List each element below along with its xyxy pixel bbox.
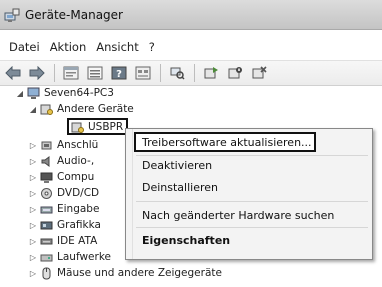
- input-device-icon: [40, 206, 53, 213]
- tree-item-category[interactable]: ▷ Compu: [29, 169, 94, 185]
- tree-item-label: Anschlü: [57, 139, 99, 151]
- menu-item-update-driver[interactable]: Treibersoftware aktualisieren...: [142, 136, 312, 149]
- tree-item-category[interactable]: ▷ Grafikka: [29, 217, 101, 233]
- menu-separator: [136, 201, 368, 202]
- ide-controller-icon: [40, 238, 53, 244]
- menu-ansicht[interactable]: Ansicht: [91, 38, 143, 56]
- collapsed-arrow-icon[interactable]: ▷: [29, 141, 37, 150]
- tree-item-label: Andere Geräte: [57, 103, 134, 115]
- expanded-arrow-icon[interactable]: ◢: [16, 89, 24, 98]
- disk-drive-icon: [40, 254, 53, 261]
- menu-aktion[interactable]: Aktion: [45, 38, 92, 56]
- tree-item-label: IDE ATA: [57, 235, 98, 247]
- toolbar-separator: [160, 64, 161, 82]
- collapsed-arrow-icon[interactable]: ▷: [29, 269, 37, 278]
- menu-item-scan-hardware[interactable]: Nach geänderter Hardware suchen: [142, 209, 334, 222]
- update-driver-icon[interactable]: [202, 64, 220, 82]
- menu-bar: Datei Aktion Ansicht ?: [0, 36, 382, 58]
- toolbar-separator: [194, 64, 195, 82]
- tree-item-other-devices[interactable]: ◢ Andere Geräte: [29, 101, 134, 117]
- collapsed-arrow-icon[interactable]: ▷: [29, 253, 37, 262]
- list-icon[interactable]: [86, 64, 104, 82]
- computer-icon: [27, 87, 40, 99]
- collapsed-arrow-icon[interactable]: ▷: [29, 221, 37, 230]
- svg-text:?: ?: [116, 69, 122, 80]
- menu-item-uninstall[interactable]: Deinstallieren: [142, 181, 218, 194]
- selection-highlight: [67, 118, 128, 135]
- title-bar: Geräte-Manager: [0, 0, 382, 30]
- expanded-arrow-icon[interactable]: ◢: [29, 105, 37, 114]
- collapsed-arrow-icon[interactable]: ▷: [29, 189, 37, 198]
- collapsed-arrow-icon[interactable]: ▷: [29, 205, 37, 214]
- dvd-drive-icon: [41, 187, 52, 199]
- menu-item-disable[interactable]: Deaktivieren: [142, 159, 212, 172]
- tree-item-label: Grafikka: [57, 219, 101, 231]
- menu-separator: [136, 227, 368, 228]
- tree-item-category[interactable]: ▷ Mäuse und andere Zeigegeräte: [29, 265, 222, 281]
- window-title: Geräte-Manager: [25, 7, 123, 22]
- collapsed-arrow-icon[interactable]: ▷: [29, 157, 37, 166]
- help-icon[interactable]: ?: [110, 64, 128, 82]
- menu-help[interactable]: ?: [144, 38, 160, 56]
- collapsed-arrow-icon[interactable]: ▷: [29, 173, 37, 182]
- disable-device-icon[interactable]: [226, 64, 244, 82]
- device-manager-icon: [4, 7, 20, 23]
- tree-item-category[interactable]: ▷ Laufwerke: [29, 249, 111, 265]
- properties-icon[interactable]: [62, 64, 80, 82]
- tree-item-category[interactable]: ▷ Anschlü: [29, 137, 98, 153]
- graphics-card-icon: [40, 221, 53, 229]
- port-icon: [41, 141, 52, 149]
- tree-item-category[interactable]: ▷ DVD/CD: [29, 185, 99, 201]
- mouse-icon: [42, 267, 51, 279]
- toolbar: ?: [0, 60, 382, 86]
- tree-item-category[interactable]: ▷ Eingabe: [29, 201, 100, 217]
- tree-root[interactable]: ◢ Seven64-PC3: [16, 85, 114, 101]
- uninstall-icon[interactable]: [250, 64, 268, 82]
- menu-item-properties[interactable]: Eigenschaften: [142, 234, 230, 247]
- tree-item-label: Mäuse und andere Zeigegeräte: [57, 267, 222, 279]
- context-menu: Treibersoftware aktualisieren... Deaktiv…: [125, 128, 373, 260]
- view-icon[interactable]: [134, 64, 152, 82]
- tree-item-label: Compu: [57, 171, 95, 183]
- menu-datei[interactable]: Datei: [4, 38, 45, 56]
- back-arrow-icon[interactable]: [4, 64, 22, 82]
- toolbar-separator: [54, 64, 55, 82]
- menu-separator: [136, 155, 368, 156]
- tree-item-category[interactable]: ▷ IDE ATA: [29, 233, 97, 249]
- forward-arrow-icon[interactable]: [28, 64, 46, 82]
- menu-gutter: [126, 129, 133, 259]
- tree-item-label: Laufwerke: [57, 251, 111, 263]
- tree-item-label: Audio-,: [57, 155, 95, 167]
- computer-icon: [40, 172, 53, 183]
- tree-root-label: Seven64-PC3: [44, 87, 114, 99]
- collapsed-arrow-icon[interactable]: ▷: [29, 237, 37, 246]
- unknown-device-icon: [40, 104, 53, 115]
- tree-item-category[interactable]: ▷ Audio-,: [29, 153, 94, 169]
- tree-item-label: Eingabe: [57, 203, 100, 215]
- speaker-icon: [41, 155, 50, 167]
- scan-hardware-icon[interactable]: [168, 64, 186, 82]
- tree-item-label: DVD/CD: [57, 187, 100, 199]
